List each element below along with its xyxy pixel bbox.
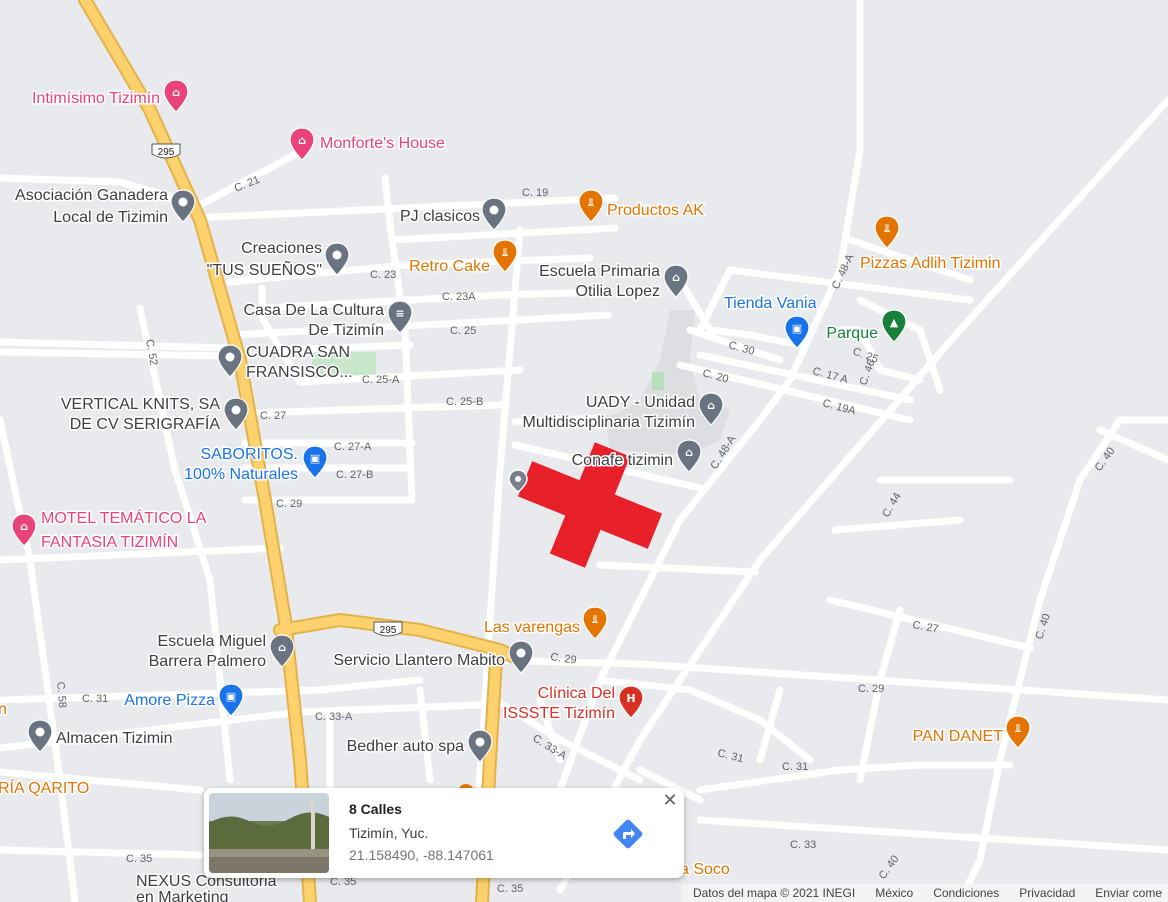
map-attribution-bar: Datos del mapa © 2021 INEGI México Condi… (680, 884, 1168, 902)
terms-link[interactable]: Condiciones (933, 886, 999, 900)
svg-text:⌂: ⌂ (298, 134, 306, 147)
poi-label[interactable]: Monforte's House (319, 134, 447, 154)
poi-label[interactable]: 100% Naturales (183, 465, 300, 485)
poi-label[interactable]: Local de Tizimin (52, 208, 170, 228)
svg-text:⌂: ⌂ (685, 446, 693, 459)
poi-label[interactable]: Escuela Miguel (156, 632, 268, 652)
location-info-card[interactable]: 8 Calles Tizimín, Yuc. 21.158490, -88.14… (204, 788, 684, 878)
poi-label[interactable]: Barrera Palmero (147, 652, 267, 672)
svg-text:≡: ≡ (395, 307, 404, 320)
privacy-link[interactable]: Privacidad (1019, 886, 1075, 900)
street-label: C. 31 (782, 761, 808, 773)
poi-label[interactable]: Las varengas (482, 618, 581, 638)
poi-label[interactable]: en Marketing (135, 888, 231, 902)
street-label: C. 29 (276, 498, 302, 510)
svg-text:▣: ▣ (310, 452, 320, 465)
poi-label[interactable]: "TUS SUEÑOS" (205, 258, 323, 281)
svg-text:▲: ▲ (890, 316, 899, 329)
svg-text:⌂: ⌂ (278, 641, 286, 654)
poi-label[interactable]: MOTEL TEMÁTICO LA (40, 507, 209, 529)
svg-text:⫫: ⫫ (502, 246, 509, 259)
poi-label[interactable]: Clínica Del (536, 684, 616, 704)
highway-shield: 295 (373, 621, 403, 637)
street-label: C. 27 (260, 410, 286, 422)
poi-label[interactable]: UADY - Unidad (584, 393, 696, 413)
poi-label[interactable]: FANTASIA TIZIMÍN (40, 531, 180, 553)
svg-text:⫫: ⫫ (592, 613, 599, 626)
street-label: C. 58 (54, 681, 68, 708)
location-title: 8 Calles (349, 801, 402, 817)
park-area (652, 372, 664, 390)
svg-text:295: 295 (158, 147, 175, 158)
street-label: C. 35 (497, 883, 523, 895)
poi-label[interactable]: Casa De La Cultura (242, 301, 386, 321)
location-subtitle: Tizimín, Yuc. (349, 825, 429, 841)
svg-text:⫫: ⫫ (588, 196, 595, 209)
svg-text:H: H (626, 692, 635, 705)
street-view-thumbnail[interactable] (209, 793, 329, 873)
poi-label[interactable]: n (0, 700, 8, 720)
svg-text:⌂: ⌂ (707, 399, 715, 412)
map-data-attribution: Datos del mapa © 2021 INEGI (692, 886, 856, 900)
poi-label[interactable]: PJ clasicos (398, 207, 481, 227)
street-label: C. 23 (370, 269, 396, 281)
street-label: C. 31 (82, 693, 108, 705)
directions-icon[interactable] (610, 816, 646, 852)
poi-label[interactable]: Pizzas Adlih Tizimin (859, 254, 1003, 274)
street-label: C. 29 (858, 683, 884, 695)
poi-26[interactable]: RÍA QARITO (0, 777, 91, 799)
poi-label[interactable]: De Tizimín (307, 321, 386, 341)
svg-text:⌂: ⌂ (172, 86, 180, 99)
svg-text:⫫: ⫫ (1015, 722, 1022, 735)
poi-label[interactable]: Intimísimo Tizimín (30, 89, 161, 109)
street-label: C. 33-A (315, 711, 353, 723)
poi-label[interactable]: Conafe tizimin (570, 451, 674, 471)
location-coordinates: 21.158490, -88.147061 (349, 847, 494, 863)
poi-label[interactable]: Escuela Primaria (538, 262, 662, 282)
poi-label[interactable]: PAN DANET (911, 727, 1005, 747)
street-label: C. 35 (126, 853, 152, 865)
poi-label[interactable]: CUADRA SAN (245, 343, 352, 363)
feedback-link[interactable]: Enviar come (1095, 886, 1162, 900)
poi-label[interactable]: Multidisciplinaria Tizimín (521, 413, 697, 433)
poi-label[interactable]: Bedher auto spa (345, 737, 466, 757)
svg-text:295: 295 (380, 625, 397, 636)
highway-shield: 295 (151, 143, 181, 159)
poi-label[interactable]: VERTICAL KNITS, SA (59, 395, 221, 415)
poi-label[interactable]: Amore Pizza (123, 691, 217, 711)
poi-label[interactable]: Productos AK (606, 201, 706, 221)
poi-label[interactable]: Otilia Lopez (574, 282, 662, 302)
poi-label[interactable]: Servicio Llantero Mabito (332, 651, 507, 671)
street-label: C. 25-A (362, 374, 400, 386)
country-link[interactable]: México (875, 886, 913, 900)
poi-27[interactable]: a Soco (679, 860, 732, 880)
poi-label[interactable]: a Soco (679, 860, 732, 880)
poi-label[interactable]: Asociación Ganadera (14, 186, 170, 206)
street-label: C. 25-B (446, 396, 483, 408)
street-label: C. 27-A (334, 441, 372, 453)
poi-29[interactable]: n (0, 700, 8, 720)
poi-label[interactable]: RÍA QARITO (0, 777, 91, 799)
svg-text:⌂: ⌂ (20, 520, 28, 533)
poi-label[interactable]: Tienda Vania (723, 294, 819, 314)
poi-label[interactable]: Creaciones (240, 239, 324, 259)
street-label: C. 19 (522, 187, 548, 199)
close-icon[interactable]: ✕ (660, 790, 680, 810)
street-label: C. 23A (442, 291, 476, 303)
poi-label[interactable]: DE CV SERIGRAFÍA (68, 413, 222, 435)
poi-label[interactable]: ISSSTE Tizimín (501, 704, 616, 724)
poi-label[interactable]: Retro Cake (408, 257, 492, 277)
street-label: C. 33 (790, 839, 816, 851)
map-canvas[interactable]: 295 295 C. 19 C. 21 C. 23 C. 23A C. 25 C… (0, 0, 1168, 902)
poi-label[interactable]: FRANSISCO... (245, 363, 355, 383)
poi-label[interactable]: Parque (825, 324, 880, 344)
street-label: C. 25 (450, 325, 476, 337)
svg-text:▣: ▣ (226, 690, 236, 703)
svg-text:⫫: ⫫ (884, 222, 891, 235)
svg-text:⌂: ⌂ (672, 271, 680, 284)
svg-text:▣: ▣ (792, 322, 802, 335)
poi-label[interactable]: SABORITOS. (199, 445, 300, 465)
poi-label[interactable]: Almacen Tizimin (55, 729, 174, 749)
street-label: C. 27-B (336, 469, 373, 481)
